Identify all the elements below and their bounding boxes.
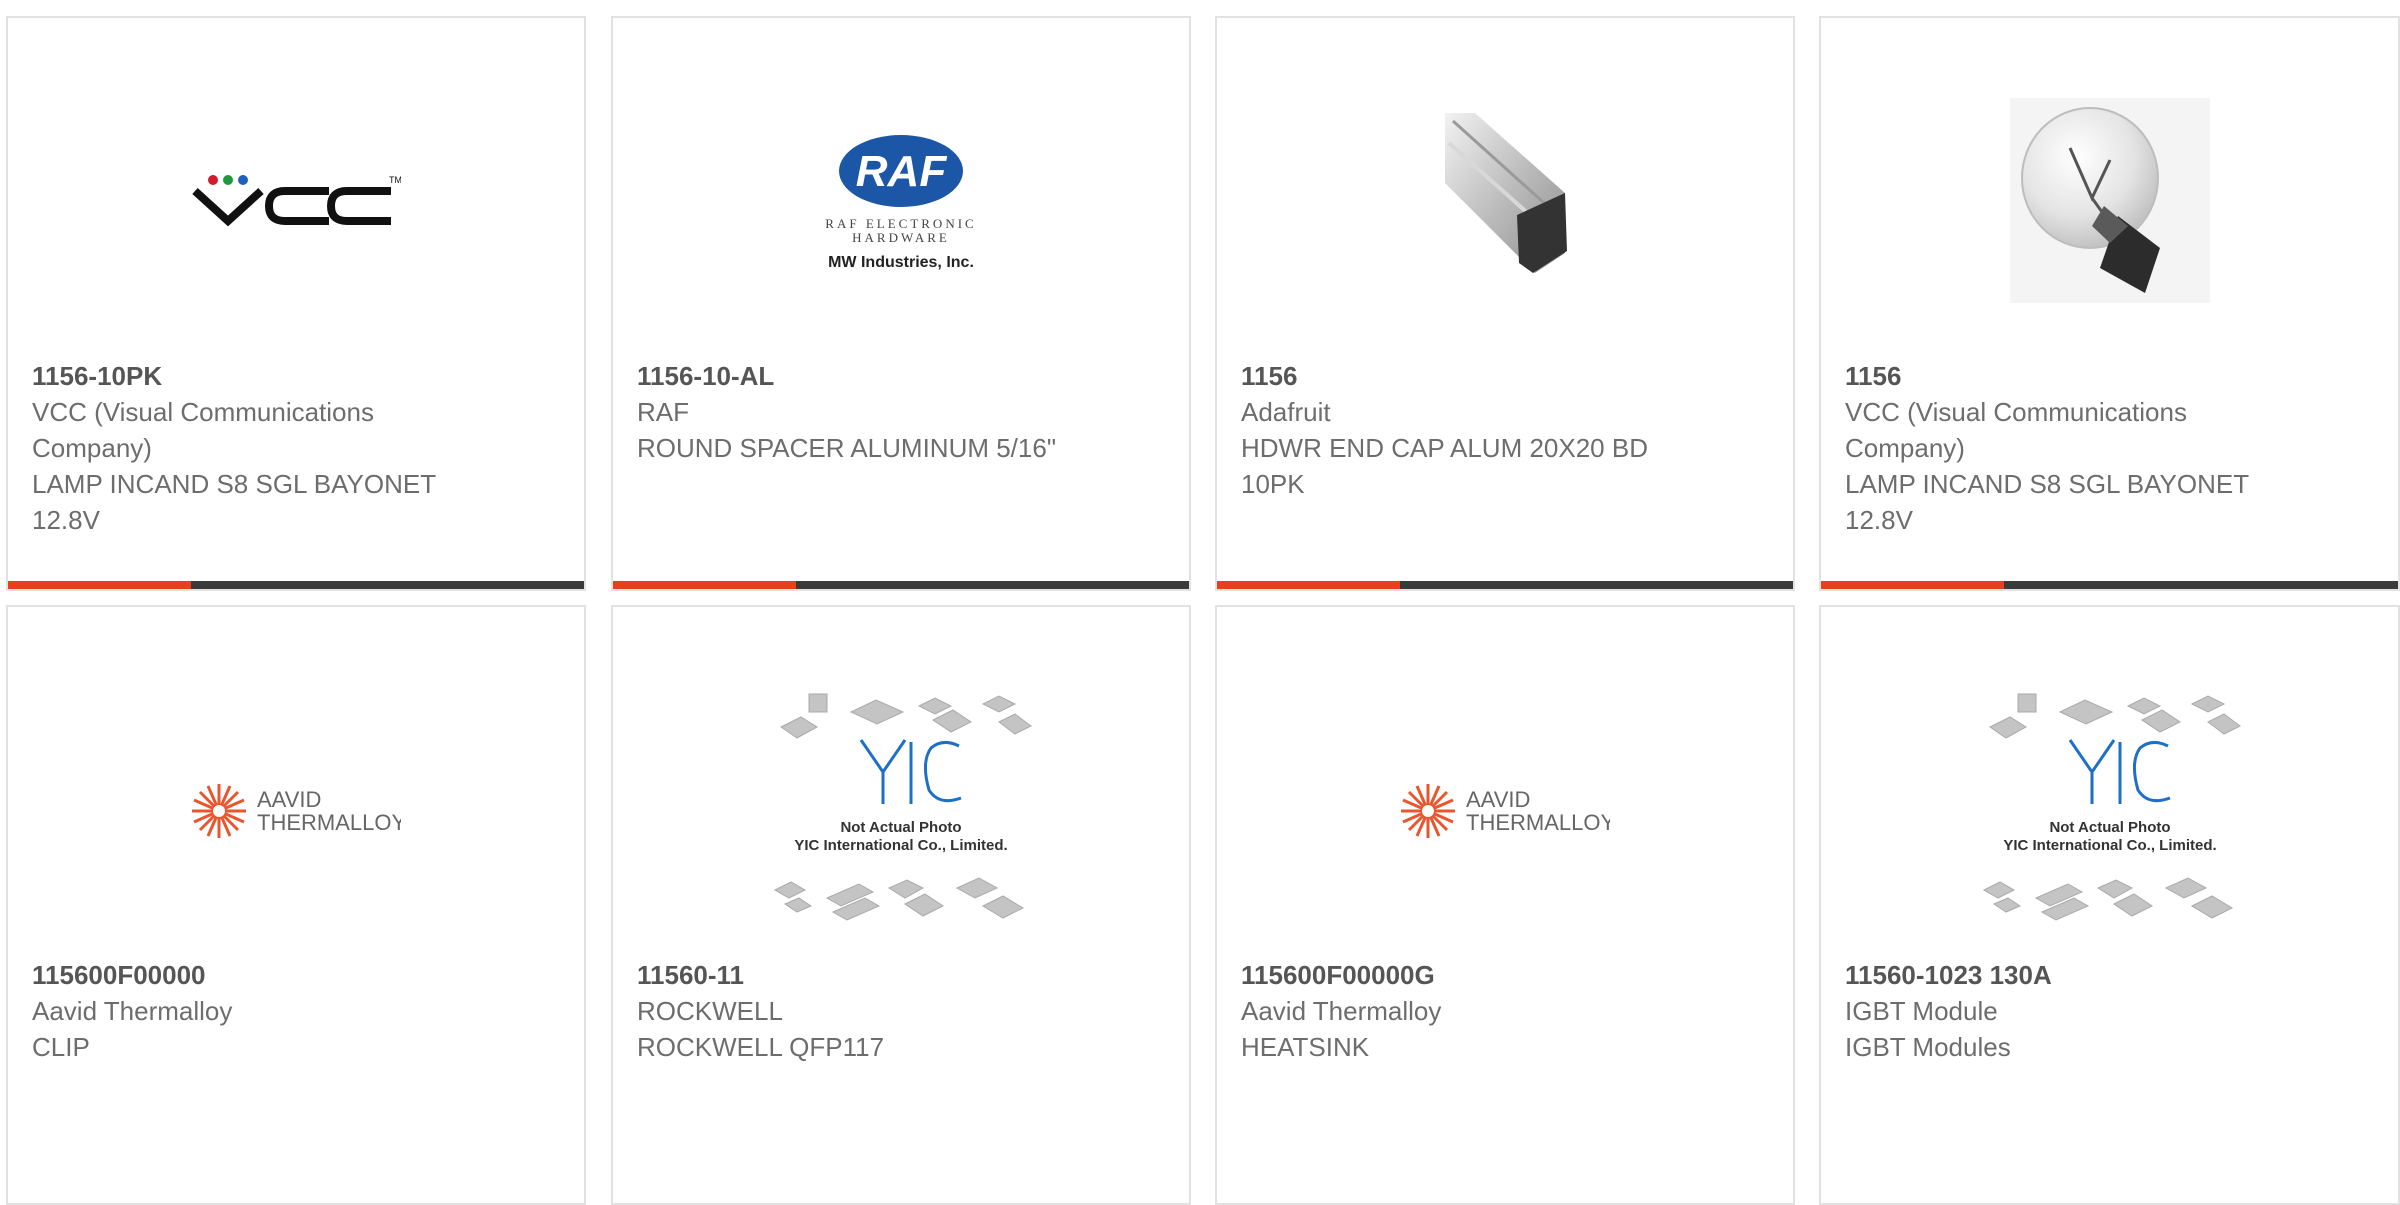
svg-text:AAVID: AAVID [1466,787,1530,812]
manufacturer-name: Adafruit [1241,397,1331,427]
product-description: IGBT Modules [1845,1032,2011,1062]
svg-text:THERMALLOY: THERMALLOY [1466,810,1610,835]
part-number[interactable]: 11560-11 [637,957,1165,993]
svg-text:Not Actual Photo: Not Actual Photo [840,819,961,836]
bulb-icon [2009,98,2210,303]
product-description: LAMP INCAND S8 SGL BAYONET 12.8V [1845,469,2249,535]
raf-logo-icon: RAF RAF ELECTRONIC HARDWARE MW Industrie… [825,135,976,271]
product-image[interactable]: Not Actual Photo YIC International Co., … [1821,687,2398,937]
svg-text:YIC International Co., Limited: YIC International Co., Limited. [794,837,1007,854]
card-accent-bar [613,581,1189,589]
part-number[interactable]: 1156-10PK [32,358,560,394]
part-number[interactable]: 115600F00000G [1241,957,1769,993]
product-image[interactable]: RAF RAF ELECTRONIC HARDWARE MW Industrie… [613,78,1189,328]
svg-text:MW Industries, Inc.: MW Industries, Inc. [828,254,974,271]
part-number[interactable]: 1156-10-AL [637,358,1165,394]
card-accent-bar [1821,581,2398,589]
part-number[interactable]: 1156 [1845,358,2374,394]
product-image[interactable]: TM [8,78,584,328]
product-card[interactable]: Not Actual Photo YIC International Co., … [611,605,1191,1205]
product-description: HDWR END CAP ALUM 20X20 BD 10PK [1241,433,1648,499]
svg-text:TM: TM [389,175,401,185]
card-accent-bar [8,581,584,589]
part-number[interactable]: 115600F00000 [32,957,560,993]
manufacturer-name: VCC (Visual Communications Company) [1845,397,2187,463]
manufacturer-name: VCC (Visual Communications Company) [32,397,374,463]
product-card[interactable]: AAVID THERMALLOY 115600F00000G Aavid The… [1215,605,1795,1205]
aluminum-extrusion-icon [1445,113,1567,273]
product-card[interactable]: 1156 Adafruit HDWR END CAP ALUM 20X20 BD… [1215,16,1795,591]
svg-text:RAF: RAF [856,147,948,196]
product-card[interactable]: AAVID THERMALLOY 115600F00000 Aavid Ther… [6,605,586,1205]
manufacturer-name: IGBT Module [1845,996,1998,1026]
vcc-logo-icon: TM [192,175,401,227]
product-image[interactable]: AAVID THERMALLOY [8,687,584,937]
part-number[interactable]: 1156 [1241,358,1769,394]
card-accent-bar [1217,581,1793,589]
product-description: ROCKWELL QFP117 [637,1032,885,1062]
manufacturer-name: RAF [637,397,689,427]
manufacturer-name: ROCKWELL [637,996,783,1026]
manufacturer-name: Aavid Thermalloy [1241,996,1442,1026]
aavid-logo-icon: AAVID THERMALLOY [1401,784,1610,838]
product-image[interactable]: AAVID THERMALLOY [1217,687,1793,937]
svg-text:RAF ELECTRONIC: RAF ELECTRONIC [825,216,976,231]
svg-text:AAVID: AAVID [257,787,321,812]
product-image[interactable] [1821,78,2398,328]
product-description: ROUND SPACER ALUMINUM 5/16" [637,433,1057,463]
product-description: HEATSINK [1241,1032,1370,1062]
product-image[interactable]: Not Actual Photo YIC International Co., … [613,687,1189,937]
product-card[interactable]: Not Actual Photo YIC International Co., … [1819,605,2400,1205]
part-number[interactable]: 11560-1023 130A [1845,957,2374,993]
aavid-logo-icon: AAVID THERMALLOY [192,784,401,838]
svg-text:THERMALLOY: THERMALLOY [257,810,401,835]
product-image[interactable] [1217,78,1793,328]
svg-text:YIC International Co., Limited: YIC International Co., Limited. [2003,837,2216,854]
svg-text:Not Actual Photo: Not Actual Photo [2049,819,2170,836]
product-card[interactable]: RAF RAF ELECTRONIC HARDWARE MW Industrie… [611,16,1191,591]
manufacturer-name: Aavid Thermalloy [32,996,233,1026]
product-description: LAMP INCAND S8 SGL BAYONET 12.8V [32,469,436,535]
svg-text:HARDWARE: HARDWARE [852,230,950,245]
product-card[interactable]: TM 1156-10PK VCC (Visual Communications … [6,16,586,591]
product-card[interactable]: 1156 VCC (Visual Communications Company)… [1819,16,2400,591]
yic-placeholder-icon: Not Actual Photo YIC International Co., … [773,693,1032,921]
product-grid: TM 1156-10PK VCC (Visual Communications … [0,0,2400,1205]
product-description: CLIP [32,1032,90,1062]
yic-placeholder-icon: Not Actual Photo YIC International Co., … [1982,693,2241,921]
